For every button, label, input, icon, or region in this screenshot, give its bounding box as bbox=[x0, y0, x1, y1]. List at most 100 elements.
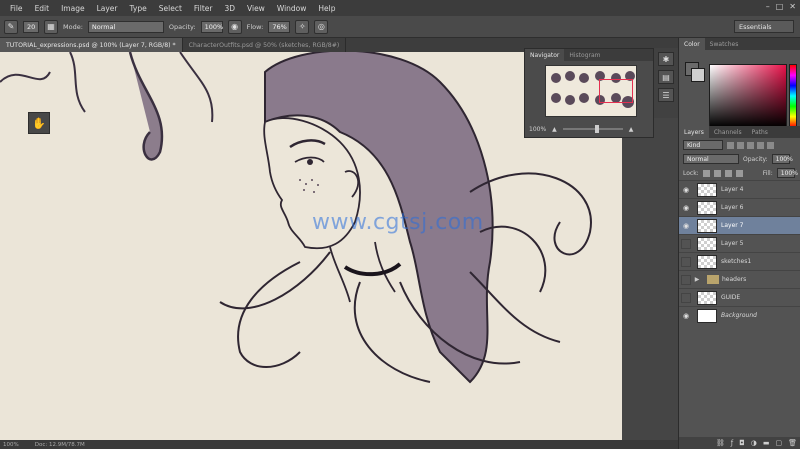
menu-file[interactable]: File bbox=[4, 4, 29, 13]
maximize-icon[interactable]: □ bbox=[776, 2, 784, 11]
lock-label: Lock: bbox=[683, 169, 699, 177]
menu-view[interactable]: View bbox=[241, 4, 271, 13]
opacity-field[interactable]: 100% bbox=[200, 20, 223, 33]
layer-name[interactable]: Layer 5 bbox=[721, 240, 743, 247]
tab-paths[interactable]: Paths bbox=[747, 126, 773, 138]
eye-icon[interactable]: ◉ bbox=[679, 186, 693, 194]
layer-filter-select[interactable]: Kind bbox=[683, 140, 723, 150]
menu-layer[interactable]: Layer bbox=[91, 4, 124, 13]
add-mask-icon[interactable]: ◘ bbox=[739, 439, 745, 447]
filter-adjustment-icon[interactable] bbox=[737, 141, 744, 149]
layer-opacity-field[interactable]: 100% bbox=[771, 154, 793, 164]
zoom-in-icon[interactable]: ▲ bbox=[629, 126, 634, 133]
navigator-zoom[interactable]: 100% bbox=[529, 126, 546, 133]
layer-row-background[interactable]: ◉ Background bbox=[679, 306, 800, 324]
flow-field[interactable]: 76% bbox=[268, 20, 291, 33]
layer-name[interactable]: Layer 7 bbox=[721, 222, 743, 229]
panel-icon-strip: ✱ ▤ ☰ bbox=[654, 48, 678, 118]
brush-tool-icon[interactable]: ✎ bbox=[4, 19, 18, 34]
layer-group-row[interactable]: ▶ headers bbox=[679, 270, 800, 288]
visibility-toggle[interactable] bbox=[681, 292, 691, 303]
layer-row[interactable]: Layer 5 bbox=[679, 234, 800, 252]
layer-name[interactable]: headers bbox=[722, 276, 746, 283]
lock-pixels-icon[interactable] bbox=[713, 169, 721, 177]
menu-edit[interactable]: Edit bbox=[29, 4, 56, 13]
brush-size-field[interactable]: 20 bbox=[23, 20, 39, 33]
adjustments-icon[interactable]: ☰ bbox=[658, 88, 674, 102]
tab-expressions[interactable]: TUTORIAL_expressions.psd @ 100% (Layer 7… bbox=[0, 38, 183, 52]
trash-icon[interactable]: 🗑 bbox=[788, 439, 797, 447]
color-spectrum[interactable] bbox=[709, 64, 787, 128]
layer-row[interactable]: ◉ Layer 6 bbox=[679, 198, 800, 216]
lock-all-icon[interactable] bbox=[735, 169, 743, 177]
status-zoom[interactable]: 100% bbox=[3, 442, 19, 448]
tab-layers[interactable]: Layers bbox=[679, 126, 709, 138]
tab-histogram[interactable]: Histogram bbox=[564, 49, 605, 61]
layer-name[interactable]: sketches1 bbox=[721, 258, 751, 265]
menu-window[interactable]: Window bbox=[271, 4, 313, 13]
workspace-select[interactable]: Essentials bbox=[734, 20, 794, 33]
layer-row[interactable]: sketches1 bbox=[679, 252, 800, 270]
mode-select[interactable]: Normal bbox=[87, 20, 164, 33]
hand-tool-icon[interactable]: ✋ bbox=[28, 112, 50, 134]
layer-name[interactable]: Layer 4 bbox=[721, 186, 743, 193]
minimize-icon[interactable]: – bbox=[766, 2, 770, 11]
lock-position-icon[interactable] bbox=[724, 169, 732, 177]
opacity-label: Opacity: bbox=[168, 22, 196, 31]
link-layers-icon[interactable]: ⛓ bbox=[716, 439, 725, 447]
layer-name[interactable]: GUIDE bbox=[721, 294, 740, 301]
adjustment-layer-icon[interactable]: ◑ bbox=[751, 439, 757, 447]
visibility-toggle[interactable] bbox=[681, 256, 691, 267]
layer-row-selected[interactable]: ◉ Layer 7 bbox=[679, 216, 800, 234]
eye-icon[interactable]: ◉ bbox=[679, 312, 693, 320]
menu-3d[interactable]: 3D bbox=[218, 4, 241, 13]
filter-smart-icon[interactable] bbox=[767, 141, 774, 149]
background-color-swatch[interactable] bbox=[691, 68, 705, 82]
eye-icon[interactable]: ◉ bbox=[679, 204, 693, 212]
airbrush-icon[interactable]: ✧ bbox=[295, 19, 310, 34]
layer-name[interactable]: Layer 6 bbox=[721, 204, 743, 211]
fill-label: Fill: bbox=[762, 169, 773, 177]
close-icon[interactable]: ✕ bbox=[789, 2, 796, 11]
layer-style-icon[interactable]: ƒ bbox=[731, 439, 733, 447]
menu-type[interactable]: Type bbox=[124, 4, 153, 13]
hue-slider[interactable] bbox=[789, 64, 797, 128]
histogram-icon[interactable]: ▤ bbox=[658, 70, 674, 84]
tab-channels[interactable]: Channels bbox=[709, 126, 747, 138]
menu-help[interactable]: Help bbox=[312, 4, 341, 13]
expand-triangle-icon[interactable]: ▶ bbox=[693, 276, 701, 283]
tab-color[interactable]: Color bbox=[679, 38, 705, 50]
eye-icon[interactable]: ◉ bbox=[679, 222, 693, 230]
pressure-opacity-icon[interactable]: ◉ bbox=[227, 19, 242, 34]
navigator-view-box[interactable] bbox=[599, 79, 633, 103]
tab-swatches[interactable]: Swatches bbox=[705, 38, 744, 50]
tab-navigator[interactable]: Navigator bbox=[525, 49, 565, 61]
zoom-out-icon[interactable]: ▲ bbox=[552, 126, 557, 133]
blend-mode-select[interactable]: Normal bbox=[683, 154, 739, 164]
menu-select[interactable]: Select bbox=[153, 4, 188, 13]
layer-thumbnail bbox=[697, 200, 717, 215]
filter-shape-icon[interactable] bbox=[757, 141, 764, 149]
brush-panel-icon[interactable]: ▦ bbox=[44, 19, 58, 34]
menu-bar: File Edit Image Layer Type Select Filter… bbox=[0, 0, 800, 16]
color-panel bbox=[679, 50, 800, 132]
visibility-toggle[interactable] bbox=[681, 238, 691, 249]
flow-label: Flow: bbox=[246, 22, 264, 31]
layer-row[interactable]: ◉ Layer 4 bbox=[679, 180, 800, 198]
filter-type-icon[interactable] bbox=[747, 141, 754, 149]
menu-image[interactable]: Image bbox=[55, 4, 91, 13]
layer-row[interactable]: GUIDE bbox=[679, 288, 800, 306]
menu-filter[interactable]: Filter bbox=[188, 4, 219, 13]
navigator-panel: Navigator Histogram 100% ▲ ▲ bbox=[524, 48, 654, 138]
tab-character-outfits[interactable]: CharacterOutfits.psd @ 50% (sketches, RG… bbox=[183, 38, 347, 52]
lock-transparent-icon[interactable] bbox=[702, 169, 710, 177]
visibility-toggle[interactable] bbox=[681, 274, 691, 285]
navigator-icon[interactable]: ✱ bbox=[658, 52, 674, 66]
layer-name[interactable]: Background bbox=[721, 312, 757, 319]
new-group-icon[interactable]: ▬ bbox=[763, 439, 770, 447]
zoom-slider[interactable] bbox=[562, 125, 623, 133]
new-layer-icon[interactable]: ▢ bbox=[775, 439, 782, 447]
filter-pixel-icon[interactable] bbox=[727, 141, 734, 149]
pressure-size-icon[interactable]: ◎ bbox=[314, 19, 329, 34]
layer-fill-field[interactable]: 100% bbox=[776, 168, 798, 178]
